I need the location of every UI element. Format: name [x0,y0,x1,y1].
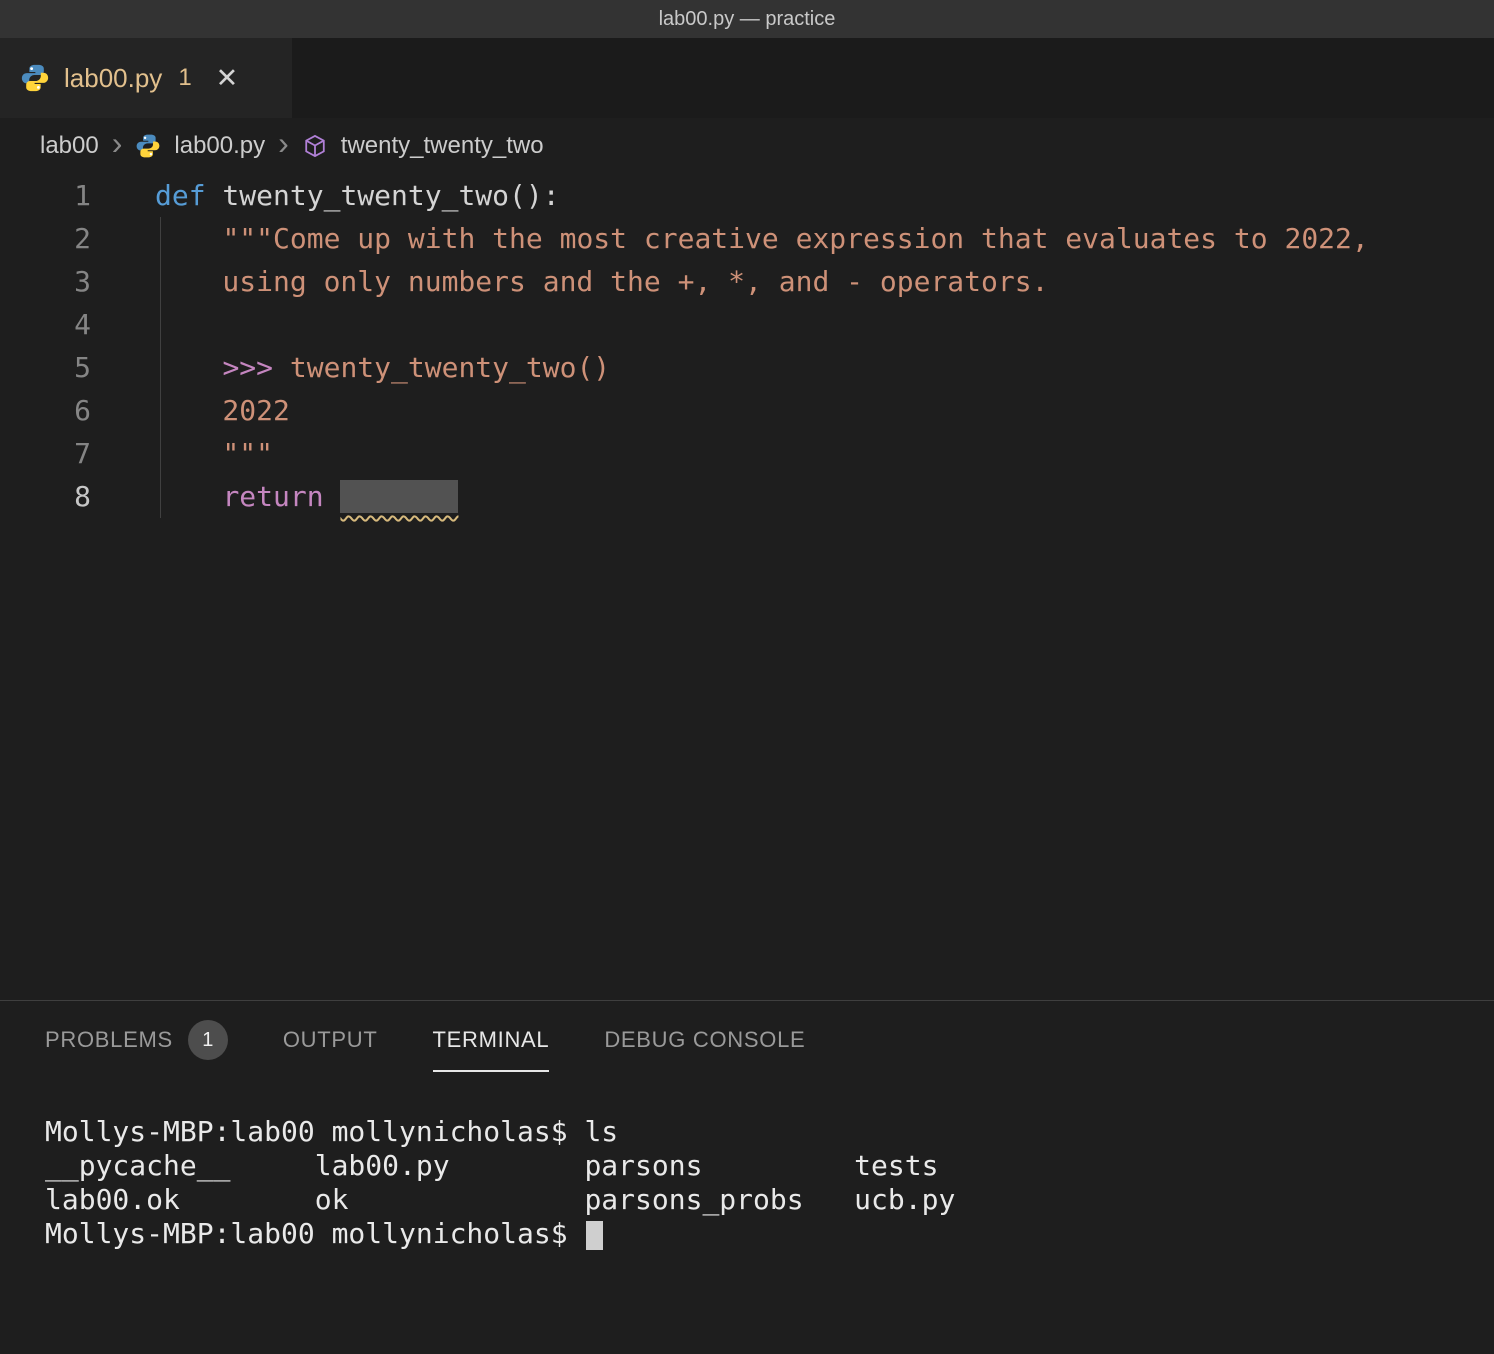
panel-tab-output[interactable]: OUTPUT [283,1001,378,1079]
bottom-panel: PROBLEMS 1 OUTPUT TERMINAL DEBUG CONSOLE Mol… [0,1000,1494,1354]
panel-tab-label: DEBUG CONSOLE [604,1027,805,1053]
code-token [155,222,222,255]
code-token: twenty_twenty_two(): [206,179,560,212]
code-token [155,351,222,384]
tab-lab00py[interactable]: lab00.py 1 ✕ [0,38,292,118]
line-content: def twenty_twenty_two(): [115,174,560,217]
panel-tab-bar: PROBLEMS 1 OUTPUT TERMINAL DEBUG CONSOLE [0,1001,1494,1079]
tab-label: lab00.py [64,63,162,94]
tab-problems-count: 1 [178,64,191,92]
code-token [324,480,341,513]
terminal-line: __pycache__ lab00.py parsons tests [45,1149,1494,1183]
line-number: 7 [0,432,115,475]
code-token [155,480,222,513]
line-content: >>> twenty_twenty_two() [115,346,610,389]
code-editor[interactable]: 1def twenty_twenty_two():2 """Come up wi… [0,174,1494,1000]
breadcrumb-symbol[interactable]: twenty_twenty_two [341,132,544,160]
selected-placeholder [340,480,458,513]
panel-tab-terminal[interactable]: TERMINAL [433,1001,550,1079]
code-token: 2022 [155,394,290,427]
line-number: 3 [0,260,115,303]
code-line[interactable]: 4 [0,303,1494,346]
problems-count-badge: 1 [188,1020,228,1060]
panel-tab-problems[interactable]: PROBLEMS 1 [45,1001,228,1079]
code-token: return [222,480,323,513]
code-lines: 1def twenty_twenty_two():2 """Come up wi… [0,174,1494,518]
line-number: 2 [0,217,115,260]
indent-guide [160,217,161,518]
code-line[interactable]: 1def twenty_twenty_two(): [0,174,1494,217]
code-line[interactable]: 2 """Come up with the most creative expr… [0,217,1494,260]
window-title: lab00.py — practice [659,8,836,31]
code-line[interactable]: 3 using only numbers and the +, *, and -… [0,260,1494,303]
line-content: """Come up with the most creative expres… [115,217,1369,260]
line-content [115,303,155,346]
code-token: using only numbers and the +, *, and - o… [155,265,1048,298]
breadcrumb-file[interactable]: lab00.py [174,132,265,160]
terminal[interactable]: Mollys-MBP:lab00 mollynicholas$ ls__pyca… [0,1079,1494,1251]
code-token: def [155,179,206,212]
close-tab-icon[interactable]: ✕ [216,63,239,94]
code-token: """ [155,437,273,470]
symbol-method-icon [302,133,328,159]
line-content: """ [115,432,273,475]
panel-tab-debug-console[interactable]: DEBUG CONSOLE [604,1001,805,1079]
tab-bar: lab00.py 1 ✕ [0,38,1494,118]
panel-tab-label: PROBLEMS [45,1027,173,1053]
panel-tab-label: TERMINAL [433,1027,550,1053]
code-token: >>> [222,351,289,384]
chevron-right-icon: › [278,127,289,159]
line-content: return [115,475,458,518]
terminal-line: Mollys-MBP:lab00 mollynicholas$ ls [45,1115,1494,1149]
line-number: 6 [0,389,115,432]
line-content: using only numbers and the +, *, and - o… [115,260,1048,303]
breadcrumb-folder[interactable]: lab00 [40,132,99,160]
line-number: 4 [0,303,115,346]
line-number: 5 [0,346,115,389]
line-content: 2022 [115,389,290,432]
vscode-window: lab00.py — practice lab00.py 1 ✕ lab00 › [0,0,1494,1354]
line-number: 1 [0,174,115,217]
title-bar: lab00.py — practice [0,0,1494,38]
terminal-line: lab00.ok ok parsons_probs ucb.py [45,1183,1494,1217]
code-line[interactable]: 6 2022 [0,389,1494,432]
code-line[interactable]: 7 """ [0,432,1494,475]
code-token: twenty_twenty_two() [290,351,610,384]
python-icon [135,133,161,159]
python-icon [20,63,50,93]
panel-tab-label: OUTPUT [283,1027,378,1053]
chevron-right-icon: › [112,127,123,159]
code-token: """Come up with the most creative expres… [222,222,1368,255]
code-line[interactable]: 5 >>> twenty_twenty_two() [0,346,1494,389]
terminal-cursor [586,1221,603,1250]
terminal-line: Mollys-MBP:lab00 mollynicholas$ [45,1217,1494,1251]
code-line[interactable]: 8 return [0,475,1494,518]
breadcrumb: lab00 › lab00.py › twenty_twenty_two [0,118,1494,174]
line-number: 8 [0,475,115,518]
